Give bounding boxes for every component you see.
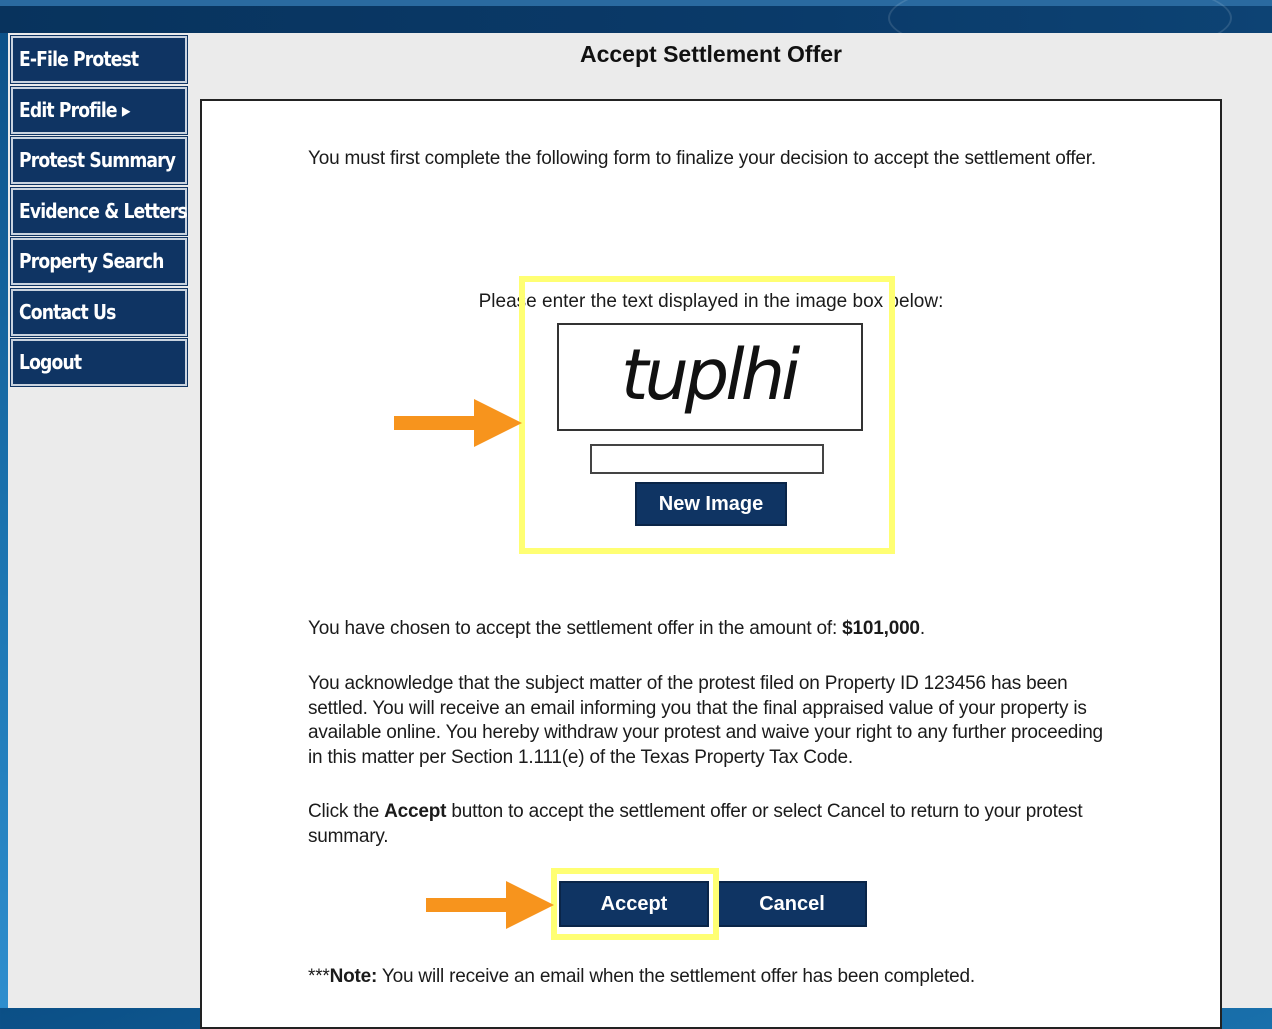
nav-contact-us[interactable]: Contact Us <box>10 287 188 337</box>
instructions-text: Click the Accept button to accept the se… <box>308 800 1118 849</box>
note-prefix: *** <box>308 966 330 987</box>
nav-evidence-letters[interactable]: Evidence & Letters <box>10 186 188 236</box>
page-content: E-File Protest Edit Profile ▸ Protest Su… <box>8 33 1272 1029</box>
settlement-amount: $101,000 <box>842 618 920 639</box>
click-prefix: Click the <box>308 801 385 822</box>
nav-logout[interactable]: Logout <box>10 338 188 387</box>
nav-label: E-File Protest <box>19 47 139 71</box>
settlement-form-panel: You must first complete the following fo… <box>200 99 1222 1029</box>
note-text: ***Note: You will receive an email when … <box>308 965 1118 990</box>
acknowledgement-text: You acknowledge that the subject matter … <box>308 673 1103 768</box>
nav-label: Logout <box>19 350 82 374</box>
page-title: Accept Settlement Offer <box>579 41 842 67</box>
nav-label: Edit Profile ▸ <box>19 97 130 122</box>
intro-text: You must first complete the following fo… <box>308 148 1096 169</box>
amount-prefix: You have chosen to accept the settlement… <box>308 618 843 639</box>
sidebar-nav: E-File Protest Edit Profile ▸ Protest Su… <box>10 35 188 390</box>
arrow-right-icon <box>426 881 554 929</box>
note-label: Note: <box>329 966 378 987</box>
nav-protest-summary[interactable]: Protest Summary <box>10 136 188 185</box>
note-body: You will receive an email when the settl… <box>377 966 975 987</box>
nav-edit-profile[interactable]: Edit Profile ▸ <box>10 85 188 135</box>
top-banner <box>0 0 1272 60</box>
nav-label: Evidence & Letters <box>19 198 188 223</box>
accept-highlight-box <box>551 868 719 940</box>
nav-property-search[interactable]: Property Search <box>10 237 188 286</box>
captcha-highlight-box <box>519 276 895 554</box>
nav-label: Property Search <box>19 249 164 273</box>
amount-suffix: . <box>919 618 925 639</box>
nav-efile-protest[interactable]: E-File Protest <box>10 35 188 84</box>
nav-label: Contact Us <box>19 299 116 324</box>
settlement-amount-text: You have chosen to accept the settlement… <box>308 617 1118 642</box>
nav-label: Protest Summary <box>19 148 176 172</box>
click-accept-word: Accept <box>384 801 447 822</box>
cancel-button[interactable]: Cancel <box>717 881 867 927</box>
arrow-right-icon <box>394 399 522 447</box>
